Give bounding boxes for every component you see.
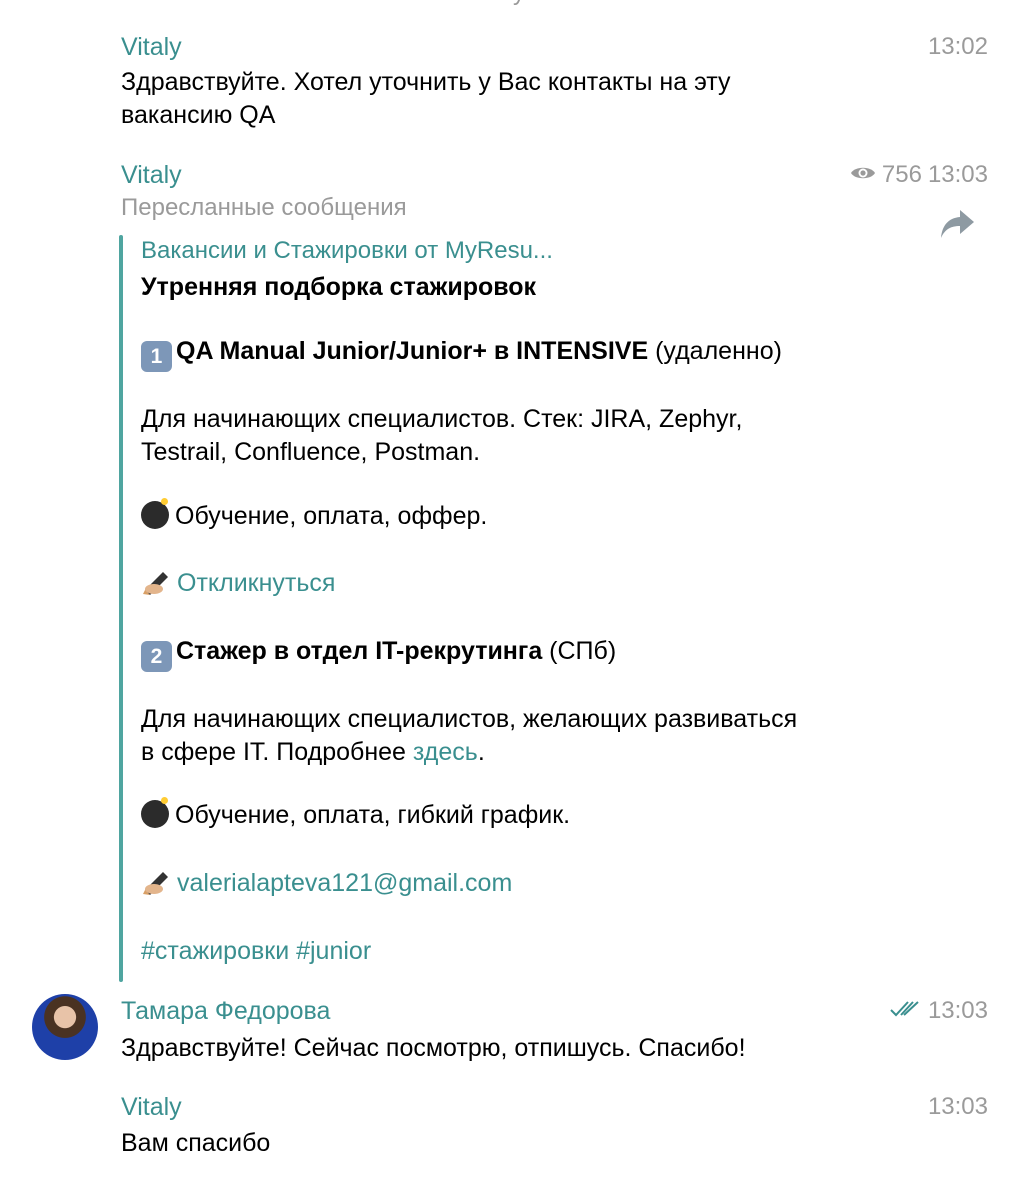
vacancy-1-location: (удаленно) [648,337,782,365]
message-text: Здравствуйте! Сейчас посмотрю, отпишусь.… [121,1034,746,1062]
email-link[interactable]: valerialapteva121@gmail.com [177,869,512,897]
sender-name[interactable]: Vitaly [121,1092,182,1122]
message-text: Вам спасибо [121,1129,271,1157]
message-meta: 756 13:03 [850,160,988,190]
bomb-icon [141,498,169,529]
forward-title: Утренняя подборка стажировок [141,273,537,301]
keycap-1-icon: 1 [141,341,172,372]
vacancy-1-perks: Обучение, оплата, оффер. [141,498,488,533]
avatar[interactable] [32,994,98,1060]
forwarded-label: Пересланные сообщения [121,194,407,221]
message-time: 13:02 [927,33,988,60]
message-time: 13:03 [927,1093,988,1120]
forward-source-channel[interactable]: Вакансии и Стажировки от MyResu... [141,236,553,266]
hashtags[interactable]: #стажировки #junior [141,935,371,968]
vacancy-2-contact: valerialapteva121@gmail.com [141,867,512,905]
sender-name[interactable]: Vitaly [121,32,182,62]
perks-text: Обучение, оплата, оффер. [175,502,488,530]
description-line: Для начинающих специалистов. Стек: JIRA,… [141,405,743,433]
double-check-icon [890,996,920,1026]
vacancy-1-description: Для начинающих специалистов. Стек: JIRA,… [141,403,742,469]
description-line: Для начинающих специалистов, желающих ра… [141,705,798,733]
sender-name[interactable]: Тамара Федорова [121,996,330,1026]
description-line: Testrail, Confluence, Postman. [141,438,481,466]
vacancy-2-perks: Обучение, оплата, гибкий график. [141,797,571,832]
message-meta: 13:03 [890,996,988,1026]
message-text: Здравствуйте. Хотел уточнить у Вас конта… [121,66,731,132]
share-forward-icon[interactable] [940,208,976,245]
keycap-2-icon: 2 [141,641,172,672]
vacancy-2-location: (СПб) [542,637,617,665]
sender-name[interactable]: Vitaly [121,160,182,190]
view-count: 756 [881,161,922,188]
vacancy-2-title: Стажер в отдел IT-рекрутинга [176,637,543,665]
writing-hand-icon [141,868,173,905]
vacancy-1-heading: 1 QA Manual Junior/Junior+ в INTENSIVE (у… [141,335,782,372]
description-text: в сфере IT. Подробнее [141,738,413,766]
vacancy-1-apply: Откликнуться [141,567,335,605]
description-text: . [477,738,485,766]
clipped-previous-text: у [513,0,525,8]
bomb-icon [141,797,169,828]
message-time: 13:03 [927,997,988,1024]
description-line: в сфере IT. Подробнее здесь. [141,736,797,769]
message-line: Здравствуйте. Хотел уточнить у Вас конта… [121,68,731,96]
eye-icon [850,160,876,190]
message-time: 13:03 [927,161,988,188]
apply-link[interactable]: Откликнуться [177,569,335,597]
writing-hand-icon [141,568,173,605]
vacancy-2-heading: 2 Стажер в отдел IT-рекрутинга (СПб) [141,635,616,672]
details-link[interactable]: здесь [413,738,478,766]
vacancy-2-description: Для начинающих специалистов, желающих ра… [141,703,797,769]
forward-bar [119,235,123,982]
message-line: вакансию QA [121,101,276,129]
vacancy-1-title: QA Manual Junior/Junior+ в INTENSIVE [176,337,649,365]
perks-text: Обучение, оплата, гибкий график. [175,801,571,829]
